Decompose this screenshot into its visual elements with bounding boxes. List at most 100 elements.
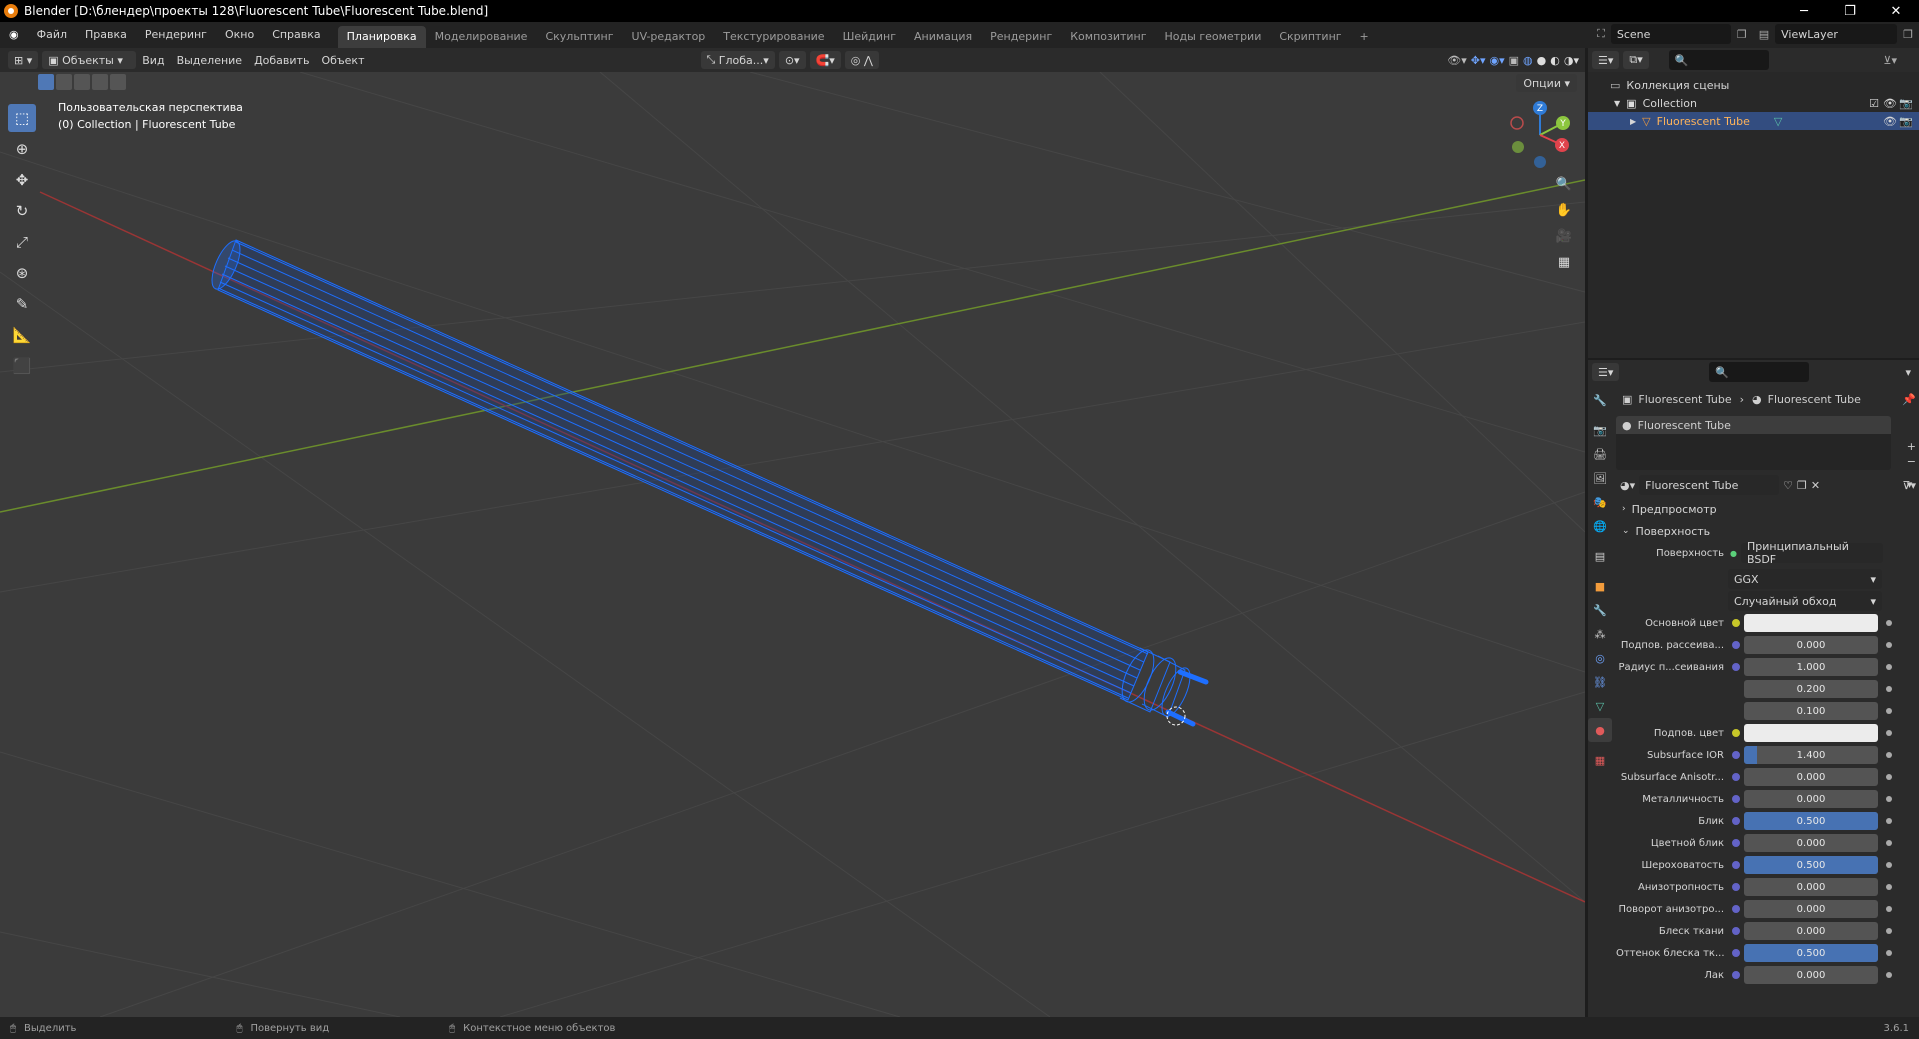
select-subtract-icon[interactable]	[74, 74, 90, 90]
shading-solid-icon[interactable]: ●	[1537, 54, 1547, 67]
keyframe-dot-icon[interactable]	[1886, 818, 1892, 824]
keyframe-dot-icon[interactable]	[1886, 774, 1892, 780]
perspective-toggle-icon[interactable]: ▦	[1552, 250, 1576, 274]
input-socket-icon[interactable]	[1732, 883, 1740, 891]
expand-arrow-icon[interactable]: ▼	[1614, 99, 1620, 108]
filter-icon[interactable]: ⊻▾	[1883, 54, 1897, 67]
keyframe-dot-icon[interactable]	[1886, 730, 1892, 736]
proportional-edit-toggle[interactable]: ◎ ⋀	[844, 51, 879, 69]
menu-select[interactable]: Выделение	[171, 54, 249, 67]
shading-wireframe-icon[interactable]: ◍	[1523, 54, 1533, 67]
snap-toggle[interactable]: 🧲▾	[809, 51, 841, 69]
shading-rendered-icon[interactable]: ◑▾	[1564, 54, 1579, 67]
keyframe-dot-icon[interactable]	[1886, 972, 1892, 978]
tab-animation[interactable]: Анимация	[905, 26, 981, 48]
data-tab-icon[interactable]: ▽	[1588, 694, 1612, 718]
pin-icon[interactable]: 📌	[1902, 393, 1916, 406]
scale-tool-icon[interactable]: ⤢	[8, 228, 36, 256]
tab-shading[interactable]: Шейдинг	[834, 26, 905, 48]
outliner-search-input[interactable]: 🔍	[1668, 50, 1769, 70]
render-camera-icon[interactable]: 📷	[1899, 115, 1913, 128]
material-slot-item[interactable]: ● Fluorescent Tube	[1616, 416, 1891, 434]
collection-tab-icon[interactable]: ▤	[1588, 544, 1612, 568]
add-slot-button[interactable]: +	[1907, 440, 1916, 453]
cursor-tool-icon[interactable]: ⊕	[8, 135, 36, 163]
keyframe-dot-icon[interactable]	[1886, 796, 1892, 802]
keyframe-dot-icon[interactable]	[1886, 840, 1892, 846]
close-button[interactable]: ✕	[1873, 0, 1919, 22]
value-slider[interactable]: 0.500	[1744, 856, 1878, 874]
options-chevron-icon[interactable]: ▾	[1905, 366, 1911, 379]
expand-arrow-icon[interactable]: ▶	[1630, 117, 1636, 126]
view-layer-selector[interactable]: ViewLayer	[1775, 24, 1898, 44]
keyframe-dot-icon[interactable]	[1886, 906, 1892, 912]
scene-tab-icon[interactable]: 🎭	[1588, 490, 1612, 514]
render-camera-icon[interactable]: 📷	[1899, 97, 1913, 110]
value-slider[interactable]: 0.000	[1744, 768, 1878, 786]
input-socket-icon[interactable]	[1732, 905, 1740, 913]
mode-dropdown[interactable]: ▣ Объекты ▾	[42, 51, 137, 69]
annotate-tool-icon[interactable]: ✎	[8, 290, 36, 318]
display-mode-dropdown[interactable]: ⧉▾	[1623, 51, 1649, 69]
tool-tab-icon[interactable]: 🔧	[1588, 388, 1612, 412]
render-tab-icon[interactable]: 📷	[1588, 418, 1612, 442]
select-invert-icon[interactable]	[92, 74, 108, 90]
input-socket-icon[interactable]	[1732, 795, 1740, 803]
blender-menu-icon[interactable]: ◉	[0, 22, 28, 48]
view-layer-tab-icon[interactable]: 🖼	[1588, 466, 1612, 490]
input-socket-icon[interactable]	[1732, 663, 1740, 671]
keyframe-dot-icon[interactable]	[1886, 884, 1892, 890]
unlink-material-icon[interactable]: ✕	[1811, 479, 1820, 492]
subsurface-method-dropdown[interactable]: Случайный обход ▾	[1728, 591, 1882, 611]
select-extend-icon[interactable]	[56, 74, 72, 90]
keyframe-dot-icon[interactable]	[1886, 752, 1892, 758]
xray-toggle-icon[interactable]: ▣	[1509, 54, 1519, 67]
zoom-view-icon[interactable]: 🔍	[1552, 172, 1576, 196]
tree-scene-collection[interactable]: ▭ Коллекция сцены	[1588, 76, 1919, 94]
select-new-icon[interactable]	[38, 74, 54, 90]
tab-modeling[interactable]: Моделирование	[426, 26, 537, 48]
shading-material-icon[interactable]: ◐	[1550, 54, 1560, 67]
overlay-toggle-icon[interactable]: ◉▾	[1490, 54, 1505, 67]
editor-type-dropdown[interactable]: ⊞ ▾	[8, 51, 39, 69]
options-dropdown[interactable]: Опции ▾	[1516, 74, 1577, 92]
texture-tab-icon[interactable]: ▦	[1588, 748, 1612, 772]
keyframe-dot-icon[interactable]	[1886, 862, 1892, 868]
duplicate-material-icon[interactable]: ❐	[1797, 479, 1807, 492]
outliner-editor-type-dropdown[interactable]: ☰▾	[1592, 51, 1620, 69]
navigation-gizmo[interactable]: Z Y X	[1505, 100, 1575, 170]
select-intersect-icon[interactable]	[110, 74, 126, 90]
add-cube-tool-icon[interactable]: ⬛	[8, 352, 36, 380]
tree-collection[interactable]: ▼ ▣ Collection ☑ 👁 📷	[1588, 94, 1919, 112]
input-socket-icon[interactable]	[1732, 971, 1740, 979]
new-scene-icon[interactable]: ❐	[1737, 28, 1747, 41]
value-slider[interactable]: 0.500	[1744, 944, 1878, 962]
surface-shader-selector[interactable]: Принципиальный BSDF	[1740, 540, 1883, 566]
input-socket-icon[interactable]	[1732, 927, 1740, 935]
input-socket-icon[interactable]	[1732, 949, 1740, 957]
menu-view[interactable]: Вид	[136, 54, 170, 67]
pan-view-hand-icon[interactable]: ✋	[1552, 198, 1576, 222]
menu-object[interactable]: Объект	[315, 54, 370, 67]
input-socket-icon[interactable]	[1732, 641, 1740, 649]
tab-layout[interactable]: Планировка	[337, 26, 426, 48]
remove-slot-button[interactable]: −	[1907, 455, 1916, 468]
menu-help[interactable]: Справка	[263, 22, 329, 48]
transform-orientation-dropdown[interactable]: ⤡ Глоба... ▾	[700, 51, 775, 69]
tab-scripting[interactable]: Скриптинг	[1270, 26, 1350, 48]
value-slider[interactable]: 0.500	[1744, 812, 1878, 830]
value-slider[interactable]: 0.000	[1744, 900, 1878, 918]
scene-selector[interactable]: Scene	[1610, 24, 1731, 44]
particles-tab-icon[interactable]: ⁂	[1588, 622, 1612, 646]
value-slider[interactable]: 0.200	[1744, 680, 1878, 698]
value-slider[interactable]: 1.000	[1744, 658, 1878, 676]
minimize-button[interactable]: ─	[1781, 0, 1827, 22]
tab-geometry-nodes[interactable]: Ноды геометрии	[1156, 26, 1271, 48]
keyframe-dot-icon[interactable]	[1886, 620, 1892, 626]
measure-tool-icon[interactable]: 📐	[8, 321, 36, 349]
value-slider[interactable]: 0.000	[1744, 966, 1878, 984]
input-socket-icon[interactable]	[1732, 729, 1740, 737]
material-tab-icon[interactable]: ●	[1588, 718, 1612, 742]
value-slider[interactable]: 0.000	[1744, 878, 1878, 896]
exclude-checkbox[interactable]: ☑	[1869, 97, 1879, 110]
